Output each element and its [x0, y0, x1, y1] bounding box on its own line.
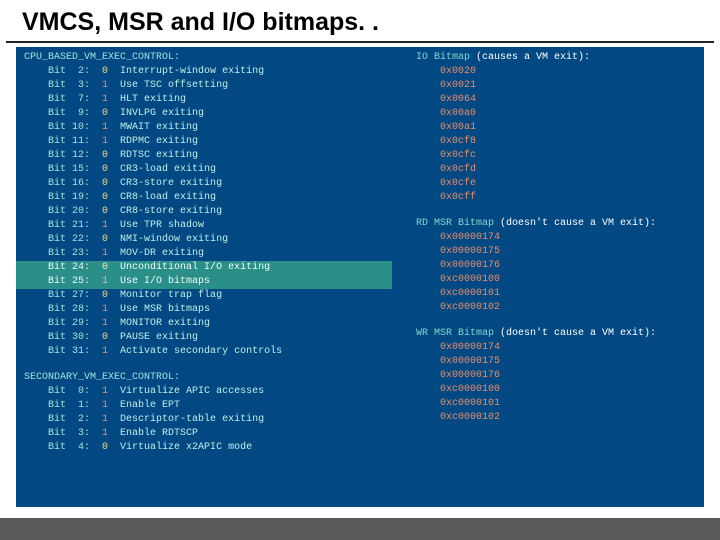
bit-row: Bit 11: 1 RDPMC exiting — [24, 135, 394, 149]
hex-value: 0x00000174 — [416, 341, 696, 355]
bit-row: Bit 25: 1 Use I/O bitmaps — [16, 275, 392, 289]
hex-value: 0xc0000100 — [416, 383, 696, 397]
io-bitmap-header: IO Bitmap (causes a VM exit): — [416, 51, 696, 65]
hex-value: 0x00000175 — [416, 355, 696, 369]
bit-row: Bit 23: 1 MOV-DR exiting — [24, 247, 394, 261]
bit-row: Bit 1: 1 Enable EPT — [24, 399, 394, 413]
hex-value: 0x0cfe — [416, 177, 696, 191]
rd-msr-header: RD MSR Bitmap (doesn't cause a VM exit): — [416, 217, 696, 231]
right-column: IO Bitmap (causes a VM exit): 0x0020 0x0… — [416, 51, 696, 425]
hex-value: 0x00a0 — [416, 107, 696, 121]
hex-value: 0xc0000101 — [416, 397, 696, 411]
hex-value: 0x0020 — [416, 65, 696, 79]
bit-row: Bit 19: 0 CR8-load exiting — [24, 191, 394, 205]
bit-row: Bit 15: 0 CR3-load exiting — [24, 163, 394, 177]
bit-row: Bit 30: 0 PAUSE exiting — [24, 331, 394, 345]
io-bitmap-values: 0x0020 0x0021 0x0064 0x00a0 0x00a1 0x0cf… — [416, 65, 696, 205]
hex-value: 0xc0000102 — [416, 411, 696, 425]
wr-msr-header: WR MSR Bitmap (doesn't cause a VM exit): — [416, 327, 696, 341]
bit-row: Bit 0: 1 Virtualize APIC accesses — [24, 385, 394, 399]
bit-row: Bit 21: 1 Use TPR shadow — [24, 219, 394, 233]
bit-row: Bit 29: 1 MONITOR exiting — [24, 317, 394, 331]
hex-value: 0x00000174 — [416, 231, 696, 245]
rd-msr-values: 0x00000174 0x00000175 0x00000176 0xc0000… — [416, 231, 696, 315]
wr-msr-values: 0x00000174 0x00000175 0x00000176 0xc0000… — [416, 341, 696, 425]
bit-row: Bit 24: 0 Unconditional I/O exiting — [16, 261, 392, 275]
bit-row: Bit 2: 1 Descriptor-table exiting — [24, 413, 394, 427]
bit-row: Bit 16: 0 CR3-store exiting — [24, 177, 394, 191]
hex-value: 0x0cff — [416, 191, 696, 205]
hex-value: 0x00a1 — [416, 121, 696, 135]
bit-row: Bit 20: 0 CR8-store exiting — [24, 205, 394, 219]
hex-value: 0xc0000100 — [416, 273, 696, 287]
bit-row: Bit 27: 0 Monitor trap flag — [24, 289, 394, 303]
bit-row: Bit 4: 0 Virtualize x2APIC mode — [24, 441, 394, 455]
hex-value: 0x0064 — [416, 93, 696, 107]
bit-row: Bit 22: 0 NMI-window exiting — [24, 233, 394, 247]
hex-value: 0x00000175 — [416, 245, 696, 259]
slide-title: VMCS, MSR and I/O bitmaps. . — [0, 0, 720, 41]
section-header-secondary: SECONDARY_VM_EXEC_CONTROL: — [24, 371, 394, 385]
bit-row: Bit 10: 1 MWAIT exiting — [24, 121, 394, 135]
hex-value: 0x0cf8 — [416, 135, 696, 149]
bit-row: Bit 7: 1 HLT exiting — [24, 93, 394, 107]
bit-row: Bit 31: 1 Activate secondary controls — [24, 345, 394, 359]
title-underline — [6, 41, 714, 43]
hex-value: 0xc0000102 — [416, 301, 696, 315]
cpu-based-bit-list-highlight: Bit 24: 0 Unconditional I/O exiting Bit … — [24, 261, 394, 289]
section-header-cpu-based: CPU_BASED_VM_EXEC_CONTROL: — [24, 51, 394, 65]
bit-row: Bit 3: 1 Use TSC offsetting — [24, 79, 394, 93]
bit-row: Bit 28: 1 Use MSR bitmaps — [24, 303, 394, 317]
hex-value: 0x0021 — [416, 79, 696, 93]
hex-value: 0x0cfc — [416, 149, 696, 163]
left-column: CPU_BASED_VM_EXEC_CONTROL: Bit 2: 0 Inte… — [24, 51, 394, 455]
bit-row: Bit 9: 0 INVLPG exiting — [24, 107, 394, 121]
slide: VMCS, MSR and I/O bitmaps. . CPU_BASED_V… — [0, 0, 720, 540]
hex-value: 0x00000176 — [416, 369, 696, 383]
bit-row: Bit 3: 1 Enable RDTSCP — [24, 427, 394, 441]
hex-value: 0x0cfd — [416, 163, 696, 177]
bit-row: Bit 2: 0 Interrupt-window exiting — [24, 65, 394, 79]
cpu-based-bit-list: Bit 2: 0 Interrupt-window exiting Bit 3:… — [24, 65, 394, 261]
terminal-panel: CPU_BASED_VM_EXEC_CONTROL: Bit 2: 0 Inte… — [16, 47, 704, 507]
hex-value: 0xc0000101 — [416, 287, 696, 301]
bit-row: Bit 12: 0 RDTSC exiting — [24, 149, 394, 163]
footer-strip — [0, 518, 720, 540]
cpu-based-bit-list-after: Bit 27: 0 Monitor trap flag Bit 28: 1 Us… — [24, 289, 394, 359]
hex-value: 0x00000176 — [416, 259, 696, 273]
secondary-bit-list: Bit 0: 1 Virtualize APIC accesses Bit 1:… — [24, 385, 394, 455]
